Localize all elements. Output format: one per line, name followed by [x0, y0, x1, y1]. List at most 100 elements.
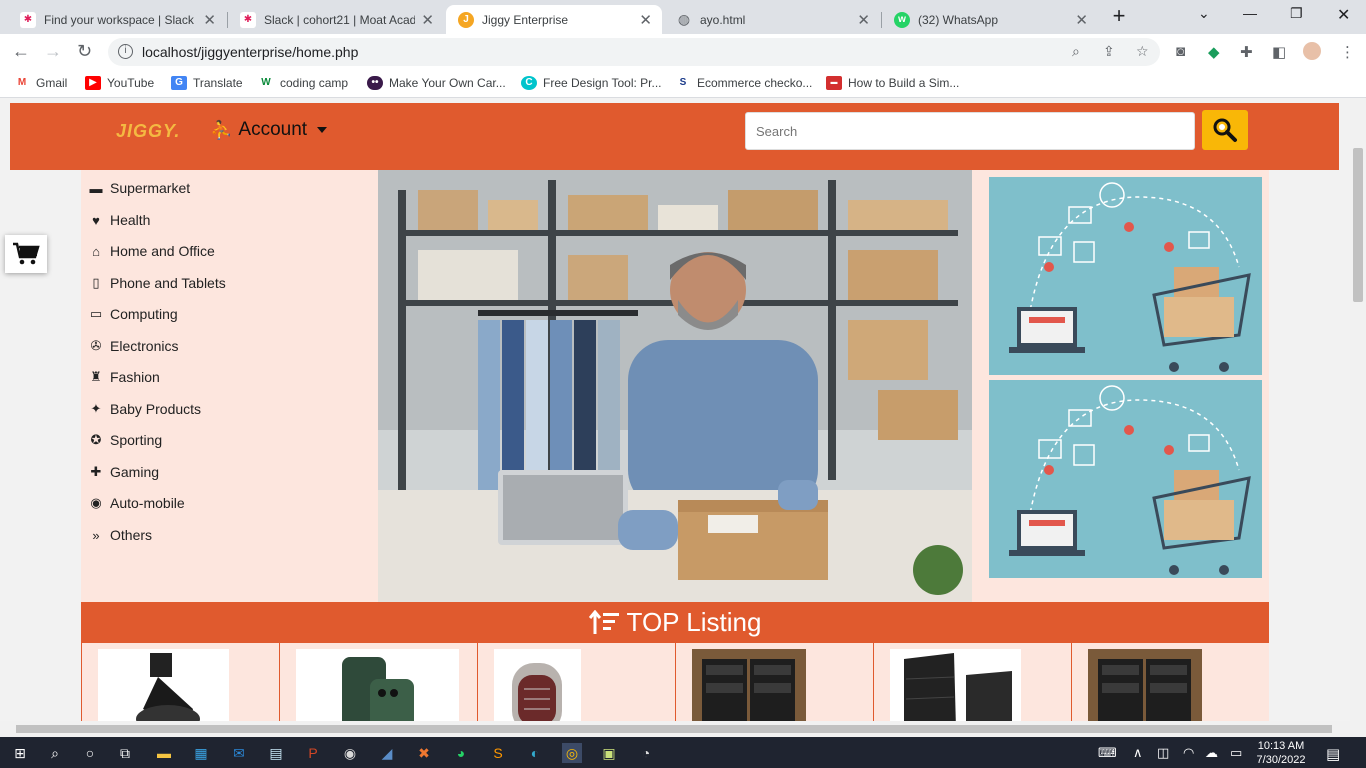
powerpoint-icon[interactable]: P	[303, 743, 323, 763]
extension-robot-icon[interactable]: ◙	[1176, 43, 1185, 60]
close-icon[interactable]: ✕	[857, 11, 870, 29]
edge-icon[interactable]: ◐	[525, 743, 545, 763]
notifications-icon[interactable]: ▤	[1326, 745, 1340, 763]
meet-now-icon[interactable]: ◫	[1157, 745, 1169, 761]
address-url[interactable]: localhost/jiggyenterprise/home.php	[142, 44, 358, 60]
product-image-speakers	[692, 649, 806, 721]
category-sporting[interactable]: ✪ Sporting	[88, 432, 163, 448]
whatsapp-icon[interactable]: ◕	[451, 743, 471, 763]
close-window-button[interactable]: ✕	[1337, 5, 1350, 25]
bookmark-make-your-own-car[interactable]: •• Make Your Own Car...	[367, 76, 506, 90]
vertical-scrollbar[interactable]	[1350, 98, 1366, 721]
product-card[interactable]	[81, 643, 279, 721]
close-icon[interactable]: ✕	[639, 11, 652, 29]
browser-tab-slack-workspace[interactable]: ✱ Find your workspace | Slack ✕	[8, 5, 226, 34]
bookmark-gmail[interactable]: M Gmail	[14, 76, 67, 90]
zoom-icon[interactable]: ⌕	[1072, 43, 1080, 60]
store-icon[interactable]: ▦	[191, 743, 211, 763]
xampp-icon[interactable]: ✖	[414, 743, 434, 763]
close-icon[interactable]: ✕	[1075, 11, 1088, 29]
site-info-icon[interactable]: i	[118, 44, 133, 59]
reload-icon[interactable]: ↻	[77, 41, 92, 62]
bookmark-star-icon[interactable]: ☆	[1136, 43, 1149, 60]
forward-icon[interactable]: →	[44, 41, 62, 62]
battery-icon[interactable]: ▭	[1230, 745, 1242, 761]
onedrive-icon[interactable]: ☁	[1205, 745, 1218, 761]
category-auto-mobile[interactable]: ◉ Auto-mobile	[88, 495, 184, 511]
category-baby-products[interactable]: ✦ Baby Products	[88, 401, 202, 417]
browser-tab-slack-cohort[interactable]: ✱ Slack | cohort21 | Moat Acad ✕	[228, 5, 444, 34]
extension-green-icon[interactable]: ◆	[1208, 43, 1220, 61]
new-tab-button[interactable]: +	[1105, 5, 1133, 29]
app-circle-icon[interactable]: ◔	[636, 743, 656, 763]
extensions-puzzle-icon[interactable]: ✚	[1240, 43, 1253, 61]
horizontal-scrollbar[interactable]	[0, 721, 1366, 737]
chrome-icon[interactable]: ◎	[562, 743, 582, 763]
category-phone-tablets[interactable]: ▯ Phone and Tablets	[88, 275, 225, 291]
chevron-up-icon[interactable]: ∧	[1133, 745, 1143, 761]
whatsapp-icon: w	[894, 11, 910, 28]
bookmark-label: YouTube	[107, 76, 155, 90]
browser-tab-whatsapp[interactable]: w (32) WhatsApp ✕	[882, 5, 1098, 34]
file-explorer-icon[interactable]: ▬	[154, 743, 174, 763]
category-label: Supermarket	[110, 180, 191, 196]
product-card[interactable]	[279, 643, 477, 721]
close-icon[interactable]: ✕	[421, 11, 434, 29]
category-others[interactable]: » Others	[88, 527, 152, 543]
notes-icon[interactable]: ▣	[599, 743, 619, 763]
category-computing[interactable]: ▭ Computing	[88, 306, 178, 322]
bookmark-youtube[interactable]: ▶ YouTube	[85, 76, 154, 90]
wifi-icon[interactable]: ◠	[1183, 745, 1194, 761]
account-dropdown[interactable]: ⛹ Account	[210, 119, 328, 141]
bookmark-translate[interactable]: G Translate	[171, 76, 243, 90]
category-fashion[interactable]: ♜ Fashion	[88, 369, 160, 385]
red-icon: ▬	[826, 76, 842, 90]
search-icon[interactable]: ⌕	[45, 743, 65, 763]
sublime-icon[interactable]: S	[488, 743, 508, 763]
bookmark-ecommerce[interactable]: S Ecommerce checko...	[675, 76, 812, 90]
mail-icon[interactable]: ✉	[229, 743, 249, 763]
restore-button[interactable]: ❐	[1290, 5, 1303, 22]
category-gaming[interactable]: ✚ Gaming	[88, 464, 159, 480]
browser-tab-jiggy[interactable]: J Jiggy Enterprise ✕	[446, 5, 662, 34]
keyboard-icon[interactable]: ⌨	[1098, 745, 1117, 761]
search-input[interactable]	[745, 112, 1195, 150]
back-icon[interactable]: ←	[12, 41, 30, 62]
media-player-icon[interactable]: ◉	[340, 743, 360, 763]
bookmark-design-tool[interactable]: C Free Design Tool: Pr...	[521, 76, 662, 90]
scrollbar-thumb[interactable]	[1353, 148, 1363, 302]
share-icon[interactable]: ⇪	[1103, 43, 1115, 60]
windows-start-icon[interactable]: ⊞	[10, 743, 30, 763]
scrollbar-thumb[interactable]	[16, 725, 1332, 733]
profile-avatar[interactable]	[1303, 42, 1321, 60]
taskbar-clock[interactable]: 10:13 AM 7/30/2022	[1252, 739, 1310, 767]
task-view-icon[interactable]: ⧉	[115, 743, 135, 763]
browser-tab-ayo[interactable]: ◍ ayo.html ✕	[664, 5, 880, 34]
app-icon[interactable]: ◢	[377, 743, 397, 763]
product-card[interactable]	[1071, 643, 1269, 721]
product-card[interactable]	[675, 643, 873, 721]
notepad-icon[interactable]: ▤	[266, 743, 286, 763]
category-health[interactable]: ♥ Health	[88, 212, 150, 228]
side-panel-icon[interactable]: ◧	[1272, 43, 1286, 61]
ad-banner-top[interactable]	[989, 177, 1262, 375]
menu-kebab-icon[interactable]: ⋮	[1340, 43, 1355, 61]
address-bar[interactable]: i localhost/jiggyenterprise/home.php ⌕ ⇪…	[108, 38, 1160, 66]
category-supermarket[interactable]: ▬ Supermarket	[88, 180, 191, 196]
category-electronics[interactable]: ✇ Electronics	[88, 338, 179, 354]
minimize-button[interactable]: —	[1243, 5, 1257, 21]
category-home-office[interactable]: ⌂ Home and Office	[88, 243, 215, 259]
site-logo[interactable]: JIGGY.	[116, 121, 180, 142]
close-icon[interactable]: ✕	[203, 11, 216, 29]
search-button[interactable]	[1202, 110, 1248, 150]
category-label: Sporting	[110, 432, 163, 448]
floating-cart-button[interactable]	[5, 235, 47, 273]
ad-banner-bottom[interactable]	[989, 380, 1262, 578]
product-card[interactable]	[873, 643, 1071, 721]
bookmark-coding-camp[interactable]: W coding camp	[258, 76, 348, 90]
cortana-icon[interactable]: ○	[80, 743, 100, 763]
product-card[interactable]	[477, 643, 675, 721]
tab-search-icon[interactable]: ⌄	[1198, 5, 1210, 22]
hero-banner-image[interactable]	[378, 170, 972, 602]
bookmark-build-sim[interactable]: ▬ How to Build a Sim...	[826, 76, 959, 90]
